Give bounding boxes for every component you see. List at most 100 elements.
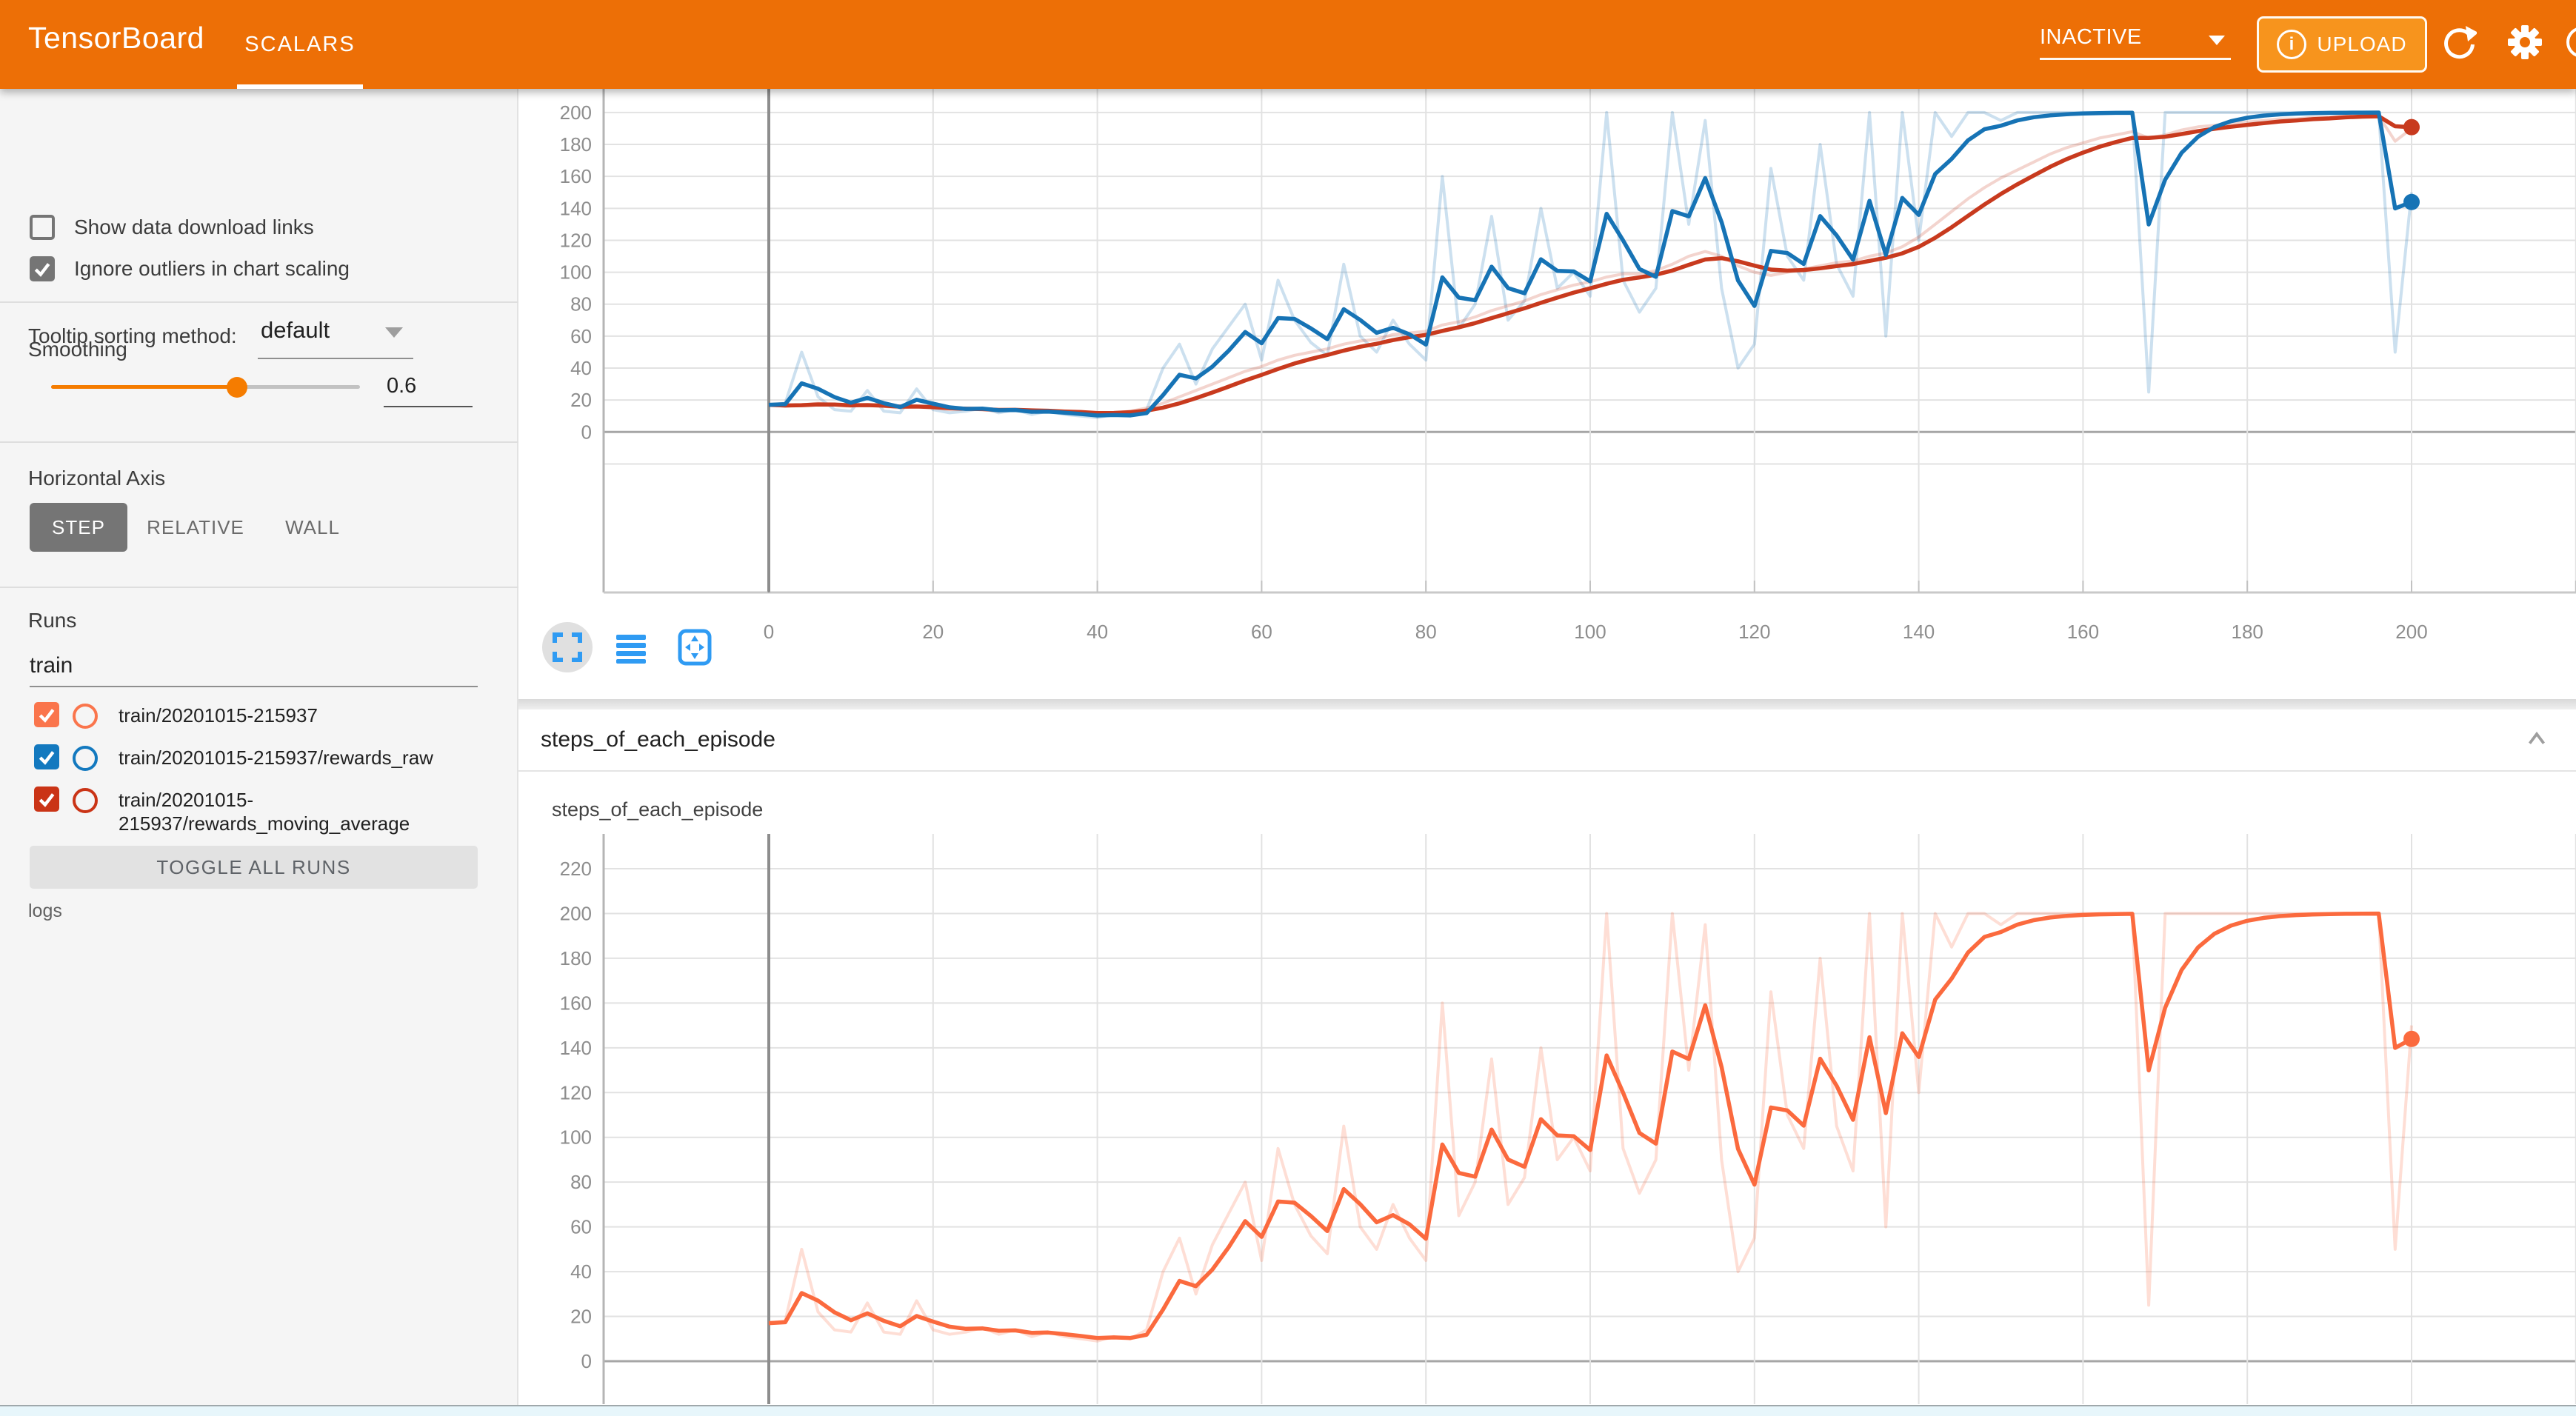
smoothing-label: Smoothing	[28, 338, 127, 361]
svg-text:180: 180	[560, 947, 592, 969]
haxis-relative-button[interactable]: RELATIVE	[145, 503, 246, 552]
ignore-outliers-row[interactable]: Ignore outliers in chart scaling	[30, 256, 350, 281]
run-label: train/20201015-215937/rewards_raw	[119, 746, 467, 769]
status-dropdown-value: INACTIVE	[2040, 25, 2142, 50]
checkbox-label: Ignore outliers in chart scaling	[74, 257, 350, 281]
svg-text:120: 120	[560, 229, 592, 251]
steps-chart[interactable]: 020406080100120140160180200220	[518, 834, 2576, 1404]
tab-scalars[interactable]: SCALARS	[237, 0, 363, 89]
logs-label: logs	[28, 901, 62, 922]
haxis-step-button[interactable]: STEP	[30, 503, 127, 552]
settings-sidebar: Show data download links Ignore outliers…	[0, 89, 518, 1416]
svg-text:40: 40	[570, 357, 592, 379]
status-dropdown-underline	[2040, 58, 2231, 60]
check-icon	[37, 747, 56, 767]
svg-text:100: 100	[560, 261, 592, 284]
runs-filter-underline	[30, 686, 478, 687]
checkbox-label: Show data download links	[74, 216, 314, 239]
section-title: steps_of_each_episode	[541, 727, 775, 752]
haxis-wall-button[interactable]: WALL	[276, 503, 350, 552]
svg-text:160: 160	[2067, 621, 2099, 643]
run-row[interactable]: train/20201015-215937	[34, 702, 478, 729]
svg-text:200: 200	[560, 902, 592, 924]
upload-button-label: UPLOAD	[2317, 33, 2406, 56]
svg-text:220: 220	[560, 858, 592, 880]
svg-text:200: 200	[560, 101, 592, 124]
smoothing-slider-knob[interactable]	[227, 377, 247, 398]
check-icon	[33, 259, 52, 278]
svg-text:80: 80	[1415, 621, 1437, 643]
fullscreen-icon	[550, 630, 584, 664]
run-color-circle	[73, 788, 98, 813]
run-row[interactable]: train/20201015-215937/rewards_moving_ave…	[34, 787, 478, 835]
app-header: TensorBoard SCALARS INACTIVE i UPLOAD	[0, 0, 2576, 89]
svg-text:80: 80	[570, 293, 592, 315]
chevron-down-icon	[385, 327, 403, 338]
svg-text:120: 120	[560, 1081, 592, 1103]
svg-text:40: 40	[570, 1260, 592, 1283]
chevron-up-icon[interactable]	[2523, 726, 2551, 754]
svg-text:100: 100	[560, 1126, 592, 1149]
run-checkbox[interactable]	[34, 702, 59, 727]
chevron-down-icon	[2209, 36, 2225, 45]
help-icon[interactable]	[2564, 24, 2576, 60]
fit-icon	[676, 629, 713, 666]
tab-active-indicator	[237, 84, 363, 89]
smoothing-value-input[interactable]: 0.6	[384, 374, 476, 398]
svg-text:160: 160	[560, 992, 592, 1014]
dropdown-underline	[258, 358, 413, 359]
gear-icon[interactable]	[2507, 24, 2543, 60]
svg-text:60: 60	[570, 1216, 592, 1238]
log-scale-button[interactable]	[606, 622, 656, 672]
horizontal-axis-label: Horizontal Axis	[28, 467, 165, 490]
checkbox-checked[interactable]	[30, 256, 55, 281]
bottom-strip	[0, 1405, 2576, 1416]
run-checkbox[interactable]	[34, 744, 59, 769]
checkbox-unchecked[interactable]	[30, 215, 55, 240]
run-label: train/20201015-215937	[119, 704, 467, 727]
app-title: TensorBoard	[28, 21, 204, 56]
svg-text:140: 140	[560, 1037, 592, 1059]
svg-text:180: 180	[2232, 621, 2263, 643]
smoothing-value-underline	[384, 406, 473, 407]
run-color-circle	[73, 746, 98, 771]
svg-text:80: 80	[570, 1171, 592, 1193]
expand-chart-button[interactable]	[542, 622, 593, 672]
upload-button[interactable]: i UPLOAD	[2257, 16, 2427, 73]
run-label: train/20201015-215937/rewards_moving_ave…	[119, 788, 467, 835]
rewards-chart[interactable]: 0204060801001201401601802000204060801001…	[518, 89, 2576, 701]
divider	[0, 441, 518, 443]
run-row[interactable]: train/20201015-215937/rewards_raw	[34, 744, 478, 771]
chart-card-title: steps_of_each_episode	[552, 798, 763, 821]
toggle-all-runs-button[interactable]: TOGGLE ALL RUNS	[30, 846, 478, 889]
svg-text:200: 200	[2395, 621, 2427, 643]
svg-text:60: 60	[570, 325, 592, 347]
divider	[0, 301, 518, 303]
section-header[interactable]: steps_of_each_episode	[518, 709, 2576, 772]
runs-list: train/20201015-215937 train/20201015-2159…	[34, 702, 478, 851]
svg-text:0: 0	[764, 621, 774, 643]
svg-text:20: 20	[570, 389, 592, 411]
fit-domain-button[interactable]	[670, 622, 720, 672]
runs-label: Runs	[28, 609, 76, 632]
check-icon	[37, 705, 56, 724]
svg-text:180: 180	[560, 133, 592, 156]
svg-text:100: 100	[1574, 621, 1606, 643]
section-divider	[518, 699, 2576, 709]
divider	[0, 587, 518, 588]
svg-text:120: 120	[1738, 621, 1770, 643]
refresh-icon[interactable]	[2441, 24, 2477, 60]
info-icon: i	[2277, 30, 2306, 59]
show-download-links-row[interactable]: Show data download links	[30, 215, 314, 240]
status-dropdown[interactable]: INACTIVE	[2040, 18, 2231, 59]
check-icon	[37, 789, 56, 809]
svg-text:140: 140	[1903, 621, 1935, 643]
runs-filter-input[interactable]: train	[30, 653, 73, 678]
run-color-circle	[73, 704, 98, 729]
svg-text:20: 20	[922, 621, 944, 643]
run-checkbox[interactable]	[34, 787, 59, 812]
smoothing-slider-fill	[51, 385, 237, 389]
svg-text:0: 0	[581, 1350, 592, 1372]
bars-icon	[614, 630, 648, 664]
svg-text:0: 0	[581, 421, 592, 443]
